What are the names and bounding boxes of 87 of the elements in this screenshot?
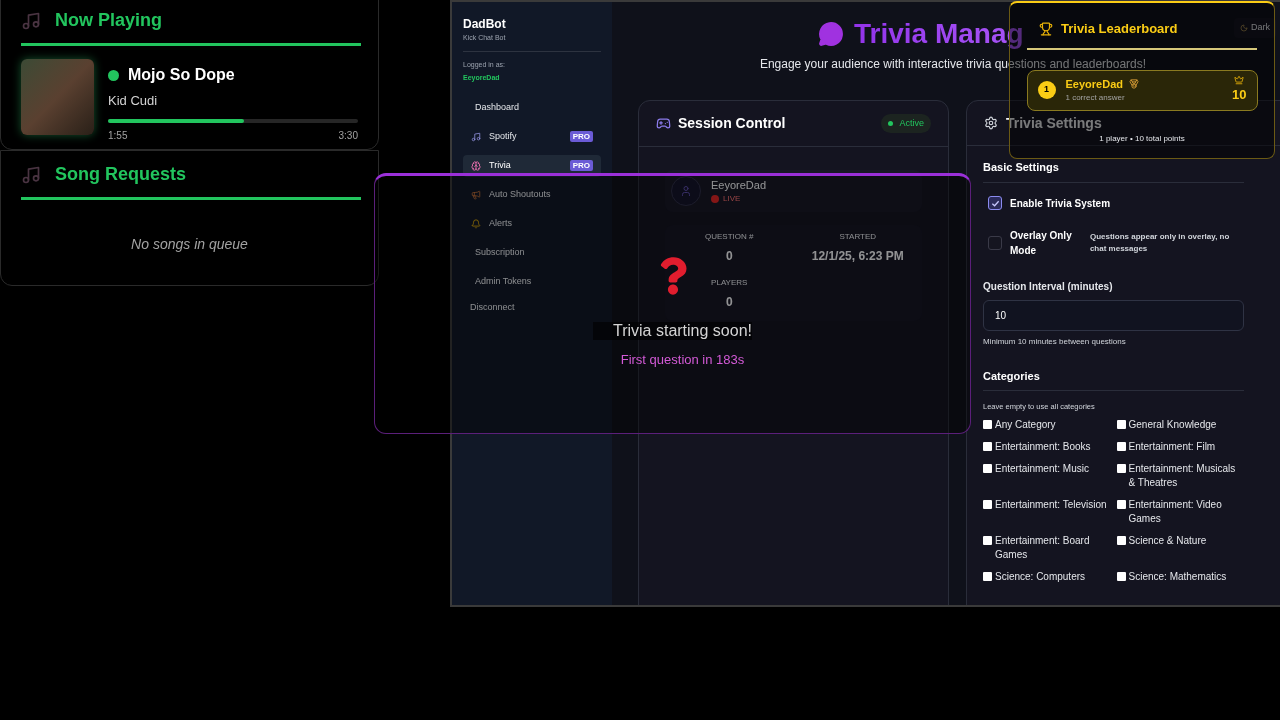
player-points: 10 [1232,86,1247,105]
crown-icon [1234,75,1245,86]
option-label: Enable Trivia System [1010,196,1111,211]
checkbox[interactable] [1116,464,1126,474]
streamer-name: EeyoreDad [711,177,767,193]
section-heading: Categories [983,367,1244,391]
checkbox[interactable] [983,536,992,546]
music-note-icon [21,10,41,31]
option-note: Questions appear only in overlay, no chat messages [1089,230,1231,255]
nav-item[interactable]: Spotify PRO [463,125,601,148]
category-label: Entertainment: Musicals & Theatres [1128,462,1237,491]
pro-badge: PRO [569,131,593,142]
live-indicator: LIVE [711,193,767,206]
stat-value: 12/1/25, 6:23 PM [811,248,904,265]
leaderboard-footer: 1 player • 10 total points [1099,132,1185,144]
question-mark-icon [658,256,687,296]
card-title: Now Playing [55,9,162,32]
category-label: Any Category [995,418,1056,433]
empty-queue-text: No songs in queue [131,235,248,254]
category-label: Entertainment: Music [995,462,1089,477]
track-title: Mojo So Dope [128,65,235,85]
interval-input[interactable]: 10 [983,299,1244,331]
medal-icon [1129,79,1139,89]
status-badge: Active [881,113,931,134]
checkbox[interactable] [1116,572,1126,582]
checkbox[interactable] [1116,442,1126,452]
section-heading: Basic Settings [983,159,1244,183]
countdown-text: First question in 183s [619,351,745,369]
checkbox[interactable] [988,196,1002,210]
stat-label: QUESTION # [705,231,754,243]
elapsed-time: 1:55 [108,128,128,143]
speech-bubble-icon [818,21,844,47]
stat-label: STARTED [839,231,877,243]
field-label: Question Interval (minutes) [983,279,1114,294]
checkbox[interactable] [983,500,992,510]
category-label: Science & Nature [1128,534,1207,549]
category-label: Entertainment: Books [995,440,1091,455]
nav-item[interactable]: Trivia PRO [463,154,601,177]
disconnect-link[interactable]: Disconnect [463,300,601,314]
option-label: Overlay Only Mode [1010,228,1073,258]
nav-item[interactable]: Auto Shoutouts [463,183,601,206]
rank-badge: 1 [1037,81,1056,99]
page-subtitle: Engage your audience with interactive trivia questions and leaderboards! [758,57,1147,71]
moon-icon [1240,23,1248,32]
avatar-icon [671,176,701,206]
gamepad-icon [656,116,671,131]
nav-icon [471,131,481,142]
player-name: EeyoreDad [1065,76,1123,92]
category-label: Entertainment: Board Games [995,534,1091,563]
artist-name: Kid Cudi [108,92,159,110]
nav-item[interactable]: Dashboard [463,96,601,119]
checkbox[interactable] [1116,420,1126,430]
checkbox[interactable] [983,572,992,582]
checkbox[interactable] [988,235,1002,250]
gear-icon [984,116,998,130]
stat-label: PLAYERS [711,277,748,289]
player-detail: 1 correct answer [1065,92,1126,105]
stat-value: 0 [725,248,733,265]
overlay-message: Trivia starting soon! [593,322,752,340]
category-label: Entertainment: Film [1128,440,1216,455]
stat-value: 0 [725,294,733,311]
checkbox[interactable] [1116,500,1126,510]
track-duration: 3:30 [338,128,358,143]
nav-item[interactable]: Admin Tokens [463,270,601,293]
category-label: Entertainment: Television [995,498,1107,513]
card-title: Session Control [678,114,786,133]
checkbox[interactable] [983,442,992,452]
music-note-icon [21,164,41,185]
nav-item[interactable]: Subscription [463,241,601,264]
nav-icon [471,160,481,171]
nav-item[interactable]: Alerts [463,212,601,235]
category-label: Science: Mathematics [1128,570,1227,585]
field-hint: Minimum 10 minutes between questions [983,335,1127,348]
check-icon [990,198,1000,208]
nav-icon [471,189,481,200]
category-label: Science: Computers [995,570,1086,585]
checkbox[interactable] [1116,536,1126,546]
pro-badge: PRO [569,160,593,171]
trophy-icon [1039,21,1053,36]
category-label: General Knowledge [1128,418,1217,433]
checkbox[interactable] [983,420,992,430]
card-title: Song Requests [55,163,187,186]
brand-name: DadBot [463,16,507,33]
category-label: Entertainment: Video Games [1128,498,1223,527]
leaderboard-title: Trivia Leaderboard [1061,20,1178,38]
checkbox[interactable] [983,464,992,474]
nav-icon [471,218,481,229]
